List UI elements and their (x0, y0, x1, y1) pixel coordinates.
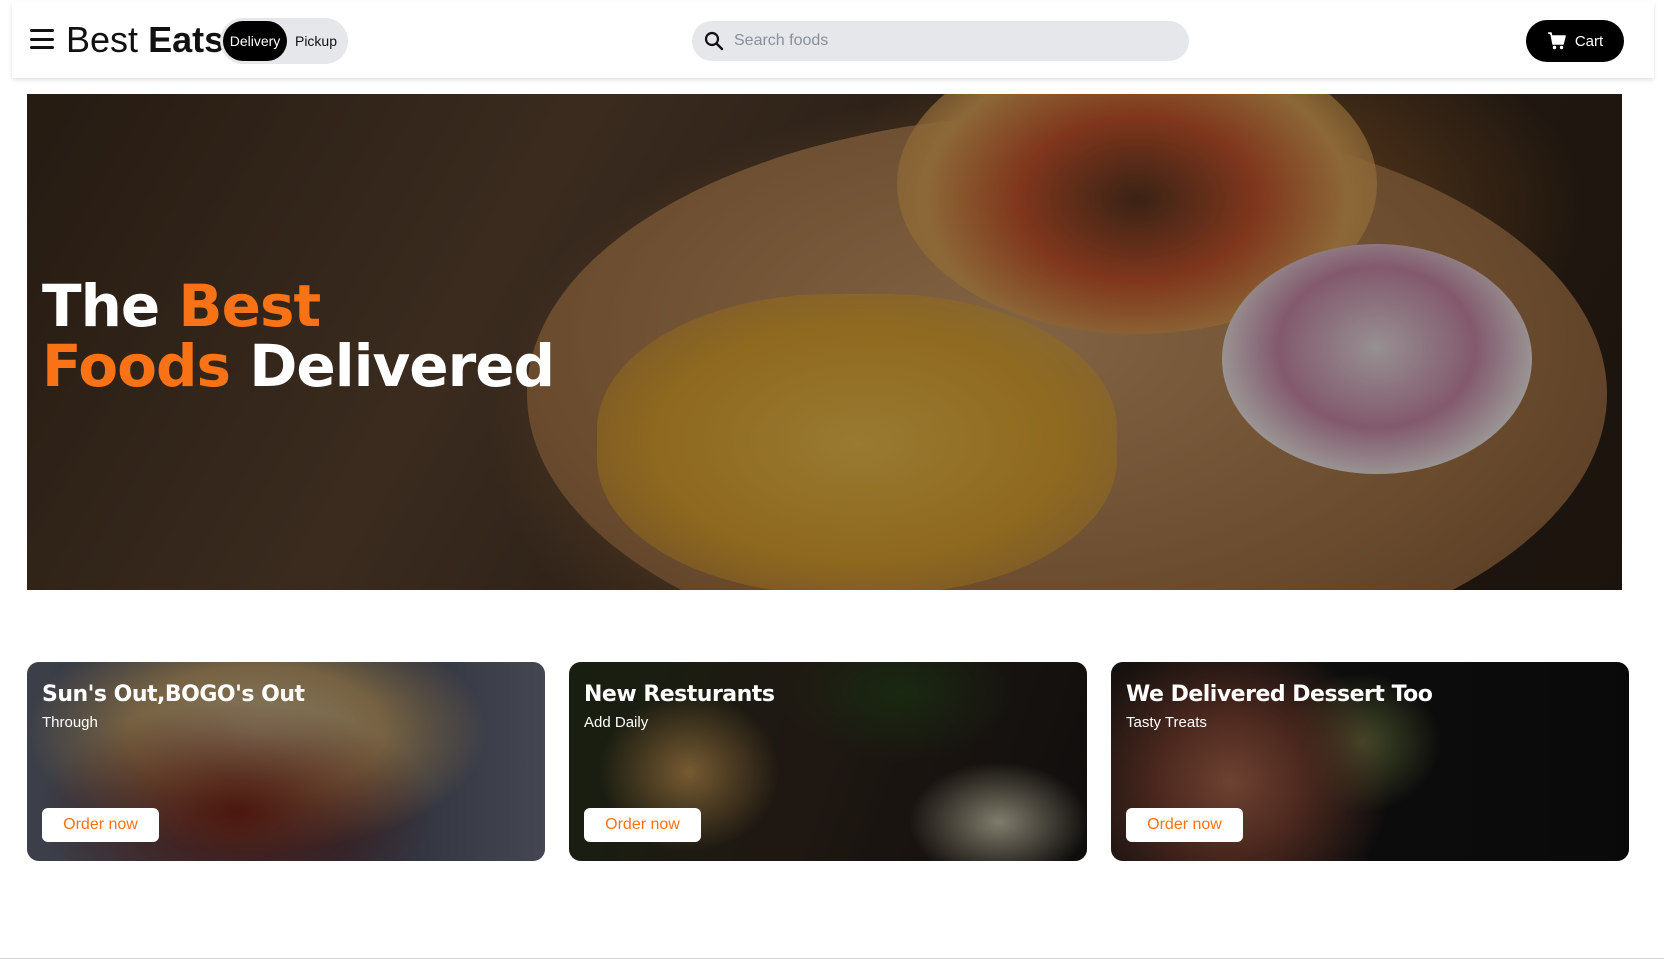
promo-title: New Resturants (584, 682, 775, 707)
top-nav: Best Eats Delivery Pickup Cart (12, 2, 1654, 78)
hero-word-best: Best (178, 272, 321, 340)
logo[interactable]: Best Eats (66, 20, 224, 60)
cart-icon (1547, 32, 1566, 50)
order-now-button[interactable]: Order now (42, 808, 159, 842)
order-now-button[interactable]: Order now (1126, 808, 1243, 842)
menu-icon[interactable] (29, 27, 55, 51)
delivery-option[interactable]: Delivery (223, 21, 287, 61)
order-now-button[interactable]: Order now (584, 808, 701, 842)
promo-subtitle: Tasty Treats (1126, 714, 1207, 731)
search-input[interactable] (734, 32, 1174, 50)
promo-title: Sun's Out,BOGO's Out (42, 682, 305, 707)
logo-regular: Best (66, 19, 139, 60)
cart-button[interactable]: Cart (1526, 20, 1624, 62)
search-bar (692, 21, 1189, 61)
logo-strong: Eats (148, 19, 225, 60)
search-icon (704, 31, 724, 51)
pickup-option[interactable]: Pickup (287, 21, 345, 61)
delivery-mode-toggle: Delivery Pickup (220, 18, 348, 64)
divider (0, 958, 1664, 959)
hero-word-delivered: Delivered (249, 332, 555, 400)
hero-word-foods: Foods (42, 332, 231, 400)
promo-card-dessert: We Delivered Dessert Too Tasty Treats Or… (1111, 662, 1629, 861)
hero-word-the: The (42, 272, 160, 340)
promo-title: We Delivered Dessert Too (1126, 682, 1433, 707)
hero-banner: The Best Foods Delivered (27, 94, 1622, 590)
promo-card-bogo: Sun's Out,BOGO's Out Through Order now (27, 662, 545, 861)
hero-title: The Best Foods Delivered (42, 276, 555, 396)
promo-subtitle: Add Daily (584, 714, 649, 731)
page: Best Eats Delivery Pickup Cart (0, 0, 1664, 966)
cart-label: Cart (1574, 32, 1604, 50)
promo-subtitle: Through (42, 714, 98, 731)
promo-card-new-restaurants: New Resturants Add Daily Order now (569, 662, 1087, 861)
